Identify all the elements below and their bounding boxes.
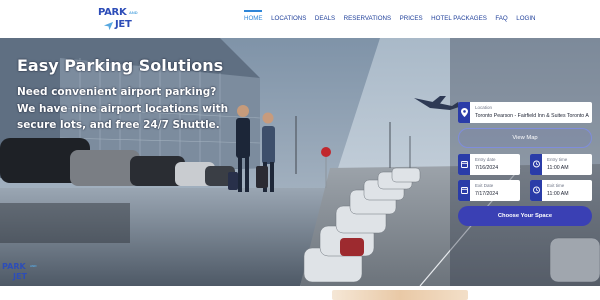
page-below-hero bbox=[0, 286, 600, 300]
nav-item-login[interactable]: LOGIN bbox=[516, 15, 535, 25]
exit-time-label: Exit time bbox=[547, 183, 565, 188]
calendar-icon bbox=[460, 187, 468, 194]
entry-date-label: Entry date bbox=[475, 157, 496, 162]
location-icon-box bbox=[458, 102, 470, 123]
footer-logo[interactable]: PARK AND JET bbox=[2, 262, 42, 284]
entry-time-value: 11:00 AM bbox=[547, 165, 569, 171]
nav-item-deals[interactable]: DEALS bbox=[315, 15, 335, 25]
location-field[interactable]: Location Toronto Pearson - Fairfield Inn… bbox=[458, 102, 592, 123]
calendar-icon bbox=[460, 161, 468, 168]
main-nav: HOME LOCATIONS DEALS RESERVATIONS PRICES… bbox=[244, 15, 544, 25]
choose-your-space-button[interactable]: Choose Your Space bbox=[458, 206, 592, 226]
nav-active-indicator bbox=[244, 10, 262, 12]
nav-item-hotel-packages[interactable]: HOTEL PACKAGES bbox=[431, 15, 487, 25]
footer-logo-word-jet: JET bbox=[13, 272, 27, 281]
view-map-button[interactable]: View Map bbox=[458, 128, 592, 148]
logo-word-park: PARK bbox=[98, 7, 127, 18]
nav-item-home[interactable]: HOME bbox=[244, 15, 263, 25]
footer-logo-word-and: AND bbox=[30, 264, 37, 268]
location-label: Location bbox=[475, 105, 493, 110]
footer-logo-word-park: PARK bbox=[2, 262, 26, 271]
entry-date-value: 7/16/2024 bbox=[475, 165, 499, 171]
hero-subtitle: Need convenient airport parking? We have… bbox=[17, 86, 229, 131]
logo-word-and: AND bbox=[129, 10, 138, 15]
hero-title: Easy Parking Solutions bbox=[17, 56, 224, 75]
exit-date-icon-box bbox=[458, 180, 470, 201]
clock-icon bbox=[532, 160, 540, 168]
exit-date-label: Exit Date bbox=[475, 183, 494, 188]
nav-item-prices[interactable]: PRICES bbox=[400, 15, 423, 25]
nav-item-faq[interactable]: FAQ bbox=[495, 15, 507, 25]
entry-time-label: Entry time bbox=[547, 157, 568, 162]
park-and-jet-logo[interactable]: PARK AND JET bbox=[98, 6, 142, 32]
exit-time-field[interactable]: Exit time 11:00 AM bbox=[530, 180, 592, 201]
next-section-image-peek bbox=[332, 290, 468, 300]
exit-time-icon-box bbox=[530, 180, 542, 201]
logo-plane-icon bbox=[103, 21, 114, 31]
entry-date-field[interactable]: Entry date 7/16/2024 bbox=[458, 154, 520, 175]
location-pin-icon bbox=[460, 108, 468, 117]
exit-date-value: 7/17/2024 bbox=[475, 191, 499, 197]
nav-item-locations[interactable]: LOCATIONS bbox=[271, 15, 306, 25]
entry-time-field[interactable]: Entry time 11:00 AM bbox=[530, 154, 592, 175]
exit-date-field[interactable]: Exit Date 7/17/2024 bbox=[458, 180, 520, 201]
entry-date-icon-box bbox=[458, 154, 470, 175]
nav-item-reservations[interactable]: RESERVATIONS bbox=[344, 15, 391, 25]
exit-time-value: 11:00 AM bbox=[547, 191, 569, 197]
site-header: PARK AND JET HOME LOCATIONS DEALS RESERV… bbox=[0, 0, 600, 38]
clock-icon bbox=[532, 186, 540, 194]
location-value: Toronto Pearson - Fairfield Inn & Suites… bbox=[475, 113, 589, 119]
logo-word-jet: JET bbox=[115, 19, 132, 30]
entry-time-icon-box bbox=[530, 154, 542, 175]
